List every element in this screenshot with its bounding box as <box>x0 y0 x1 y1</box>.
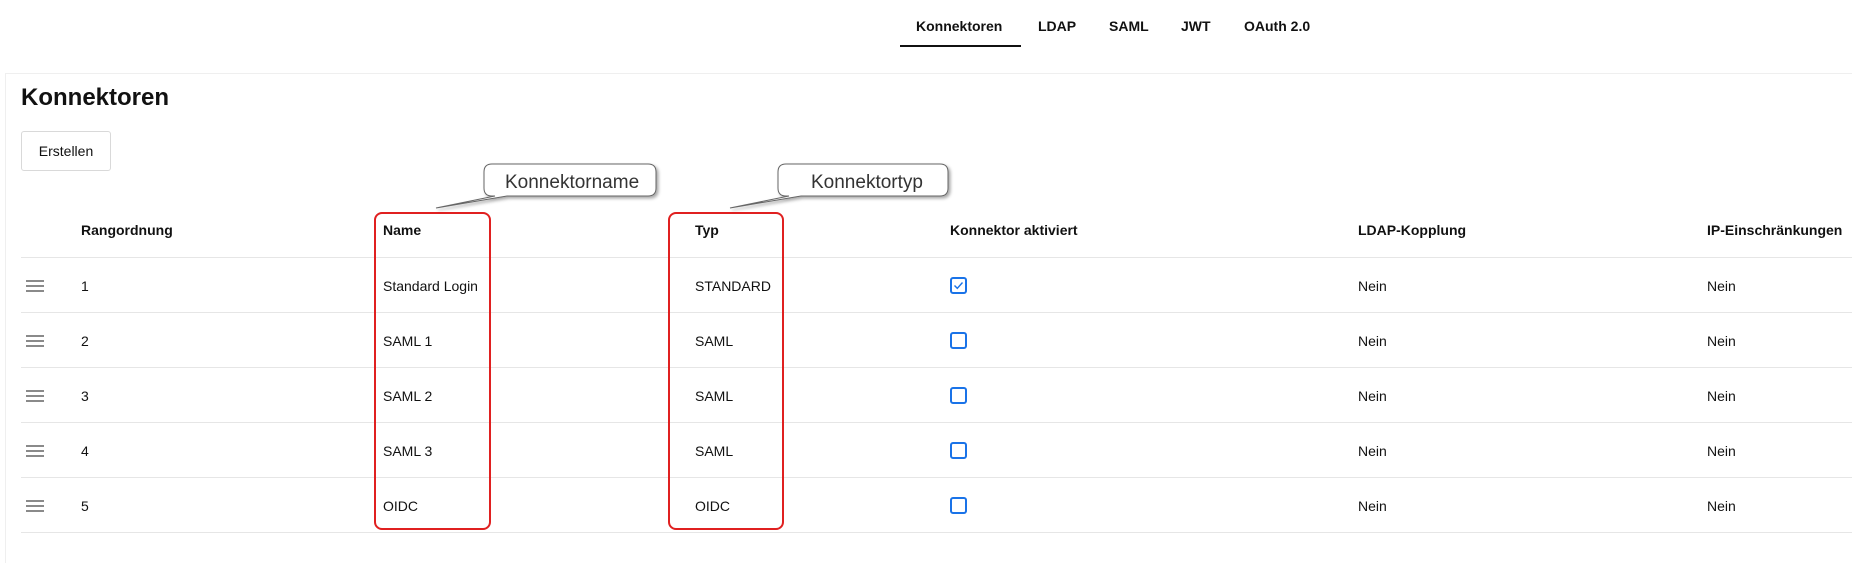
create-button[interactable]: Erstellen <box>21 131 111 171</box>
row-divider <box>21 532 1852 533</box>
header-divider <box>21 257 1852 258</box>
tab-konnektoren[interactable]: Konnektoren <box>916 18 1002 34</box>
enabled-checkbox[interactable] <box>950 497 967 514</box>
row-divider <box>21 367 1852 368</box>
drag-handle-icon[interactable] <box>26 280 44 292</box>
enabled-checkbox[interactable] <box>950 332 967 349</box>
cell-ip: Nein <box>1707 498 1736 514</box>
cell-rank: 1 <box>81 278 89 294</box>
row-divider <box>21 477 1852 478</box>
cell-ip: Nein <box>1707 333 1736 349</box>
tab-ldap[interactable]: LDAP <box>1038 18 1076 34</box>
row-divider <box>21 422 1852 423</box>
cell-ldap: Nein <box>1358 278 1387 294</box>
cell-rank: 4 <box>81 443 89 459</box>
drag-handle-icon[interactable] <box>26 335 44 347</box>
type-column-highlight <box>668 212 784 530</box>
cell-ip: Nein <box>1707 443 1736 459</box>
cell-rank: 2 <box>81 333 89 349</box>
row-divider <box>21 312 1852 313</box>
cell-ip: Nein <box>1707 278 1736 294</box>
name-column-highlight <box>374 212 491 530</box>
drag-handle-icon[interactable] <box>26 500 44 512</box>
enabled-checkbox[interactable] <box>950 277 967 294</box>
header-rank[interactable]: Rangordnung <box>81 222 173 238</box>
tab-jwt[interactable]: JWT <box>1181 18 1211 34</box>
cell-ldap: Nein <box>1358 333 1387 349</box>
cell-ldap: Nein <box>1358 443 1387 459</box>
enabled-checkbox[interactable] <box>950 387 967 404</box>
top-navigation: Konnektoren LDAP SAML JWT OAuth 2.0 <box>0 0 1852 48</box>
page-title: Konnektoren <box>21 84 170 111</box>
drag-handle-icon[interactable] <box>26 390 44 402</box>
name-callout-label: Konnektorname <box>505 172 640 193</box>
active-tab-indicator <box>900 45 1021 47</box>
cell-ldap: Nein <box>1358 388 1387 404</box>
header-ip[interactable]: IP-Einschränkungen <box>1707 222 1842 238</box>
tab-oauth[interactable]: OAuth 2.0 <box>1244 18 1310 34</box>
checkmark-icon <box>954 282 964 290</box>
cell-ip: Nein <box>1707 388 1736 404</box>
type-callout-label: Konnektortyp <box>811 172 923 193</box>
header-enabled[interactable]: Konnektor aktiviert <box>950 222 1078 238</box>
cell-ldap: Nein <box>1358 498 1387 514</box>
enabled-checkbox[interactable] <box>950 442 967 459</box>
header-ldap[interactable]: LDAP-Kopplung <box>1358 222 1466 238</box>
cell-rank: 3 <box>81 388 89 404</box>
tab-saml[interactable]: SAML <box>1109 18 1149 34</box>
cell-rank: 5 <box>81 498 89 514</box>
drag-handle-icon[interactable] <box>26 445 44 457</box>
content-panel <box>5 73 1852 563</box>
